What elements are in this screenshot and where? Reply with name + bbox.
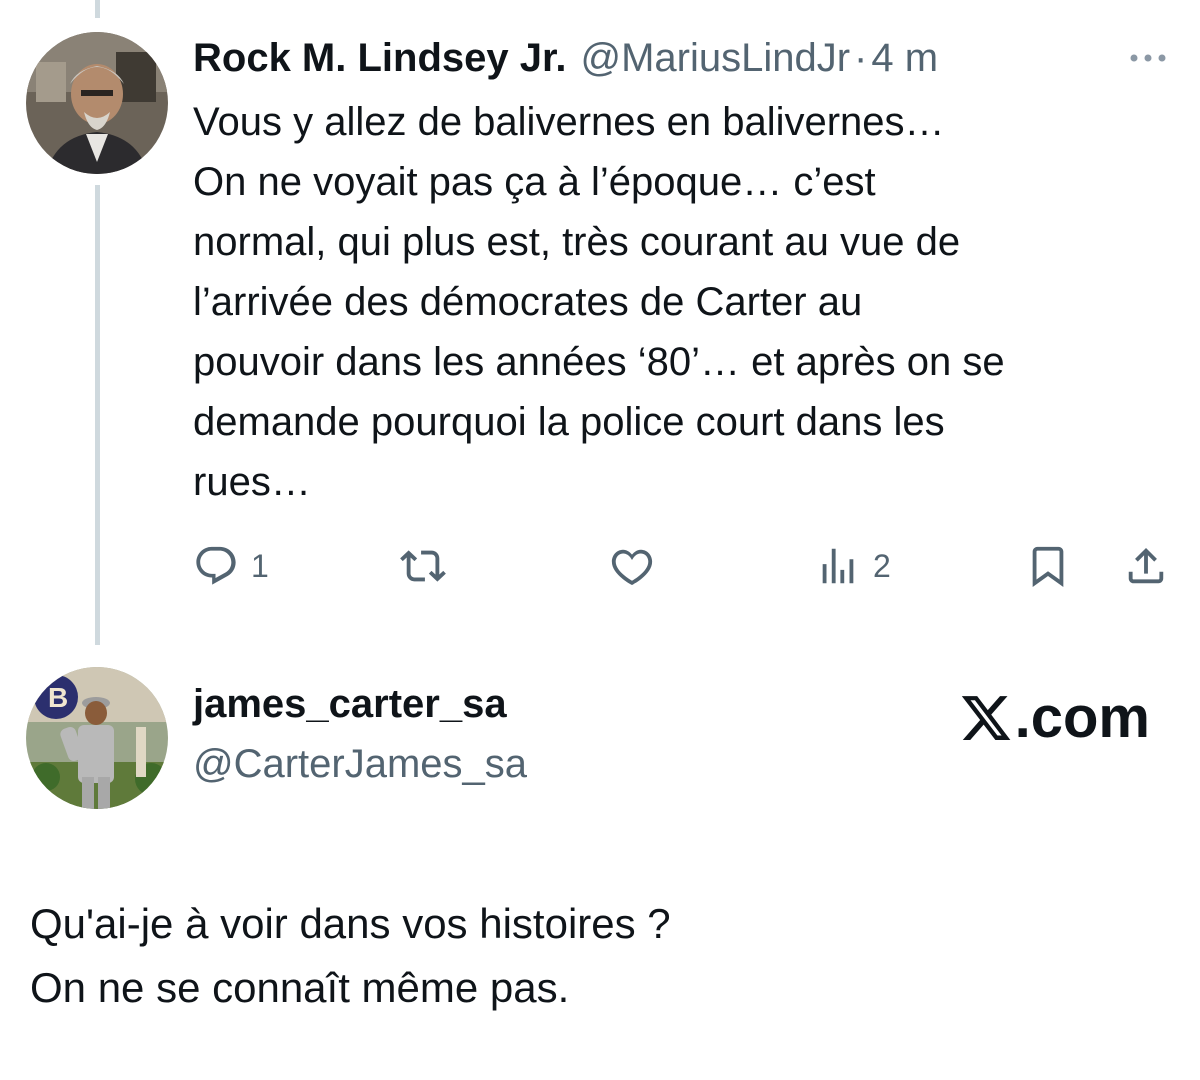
thread-connector [95,185,100,645]
bookmark-button[interactable] [1025,540,1071,592]
retweet-button[interactable] [400,540,458,592]
thread-connector-top [95,0,100,18]
avatar-image [26,32,168,174]
avatar[interactable] [26,32,168,174]
quoted-handle[interactable]: @CarterJames_sa [193,742,527,787]
svg-text:B: B [48,682,68,713]
x-brand: .com [959,684,1150,751]
quoted-text: Qu'ai-je à voir dans vos histoires ? On … [30,900,671,1011]
reply-button[interactable]: 1 [193,540,269,592]
timestamp[interactable]: 4 m [871,36,938,81]
views-button[interactable]: 2 [815,540,891,592]
author-display-name[interactable]: Rock M. Lindsey Jr. [193,36,566,81]
share-button[interactable] [1123,540,1169,592]
separator-dot: · [854,35,868,80]
tweet-text: Vous y allez de balivernes en balivernes… [193,100,1005,504]
tweet-header: Rock M. Lindsey Jr. @MariusLindJr · 4 m [193,30,1170,86]
x-logo-icon [961,695,1010,740]
quoted-avatar-image: B [26,667,168,809]
tweet-actions: 1 2 [193,540,1173,592]
brand-domain: .com [1014,685,1150,750]
more-options-icon[interactable] [1126,38,1170,68]
author-handle[interactable]: @MariusLindJr [580,36,850,81]
share-icon [1128,547,1164,584]
heart-icon [611,549,653,586]
quoted-avatar[interactable]: B [26,667,168,809]
views-icon [822,548,854,584]
quoted-display-name[interactable]: james_carter_sa [193,682,507,727]
reply-icon [196,546,236,585]
bookmark-icon [1032,546,1064,587]
like-button[interactable] [609,540,667,592]
retweet-icon [400,550,446,582]
views-count: 2 [873,547,891,584]
reply-count: 1 [251,547,269,584]
